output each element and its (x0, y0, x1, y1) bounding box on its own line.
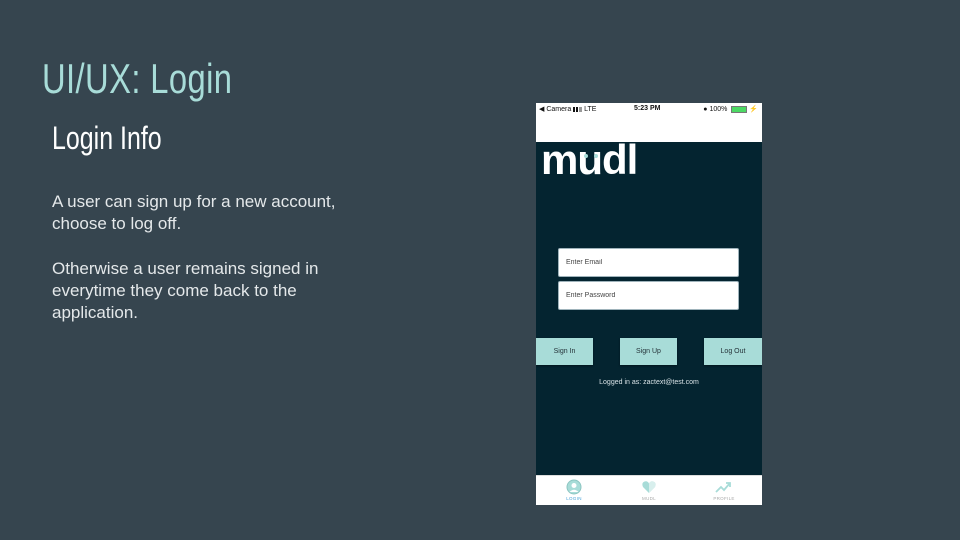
tab-login-label: LOGIN (566, 496, 582, 501)
logo-umlaut-dot (594, 154, 598, 158)
tab-profile-label: PROFILE (713, 496, 735, 501)
log-out-button[interactable]: Log Out (704, 338, 762, 365)
logged-in-status: Logged in as: zactext@test.com (599, 379, 699, 386)
mudl-logo: mudl (541, 136, 638, 183)
body-paragraph-signed-in: Otherwise a user remains signed in every… (52, 259, 319, 322)
phone-screenshot: ◀ Camera LTE 5:23 PM ● 100% ⚡ mudl Sign … (536, 103, 762, 505)
tab-login[interactable]: LOGIN (539, 477, 609, 505)
battery-icon (731, 105, 748, 113)
slide-title: UI/UX: Login (42, 55, 233, 102)
sign-in-button[interactable]: Sign In (536, 338, 593, 365)
tab-mudl-label: MUDL (642, 496, 656, 501)
tab-bar: LOGIN MUDL PROFILE (536, 475, 762, 505)
heart-icon (642, 481, 656, 493)
back-arrow-icon: ◀ (539, 106, 545, 113)
status-carrier: Camera (546, 106, 572, 113)
password-field[interactable] (558, 281, 739, 310)
body-paragraph-signup: A user can sign up for a new account, ch… (52, 192, 336, 233)
status-bar: ◀ Camera LTE 5:23 PM ● 100% ⚡ (536, 103, 762, 115)
status-network: LTE (584, 106, 597, 113)
tab-profile[interactable]: PROFILE (689, 477, 759, 505)
charging-icon: ⚡ (749, 106, 758, 113)
sign-up-button[interactable]: Sign Up (620, 338, 677, 365)
signal-icon (573, 106, 583, 112)
tab-mudl[interactable]: MUDL (614, 477, 684, 505)
status-time: 5:23 PM (634, 105, 661, 112)
slide-subtitle: Login Info (52, 120, 162, 156)
user-icon (566, 479, 582, 495)
status-left: ◀ Camera LTE (539, 105, 596, 113)
app-screen: mudl Sign In Sign Up Log Out Logged in a… (536, 136, 762, 475)
status-right: ● 100% ⚡ (703, 105, 758, 113)
trend-up-icon (715, 482, 731, 493)
alarm-icon: ● (703, 106, 708, 113)
email-field[interactable] (558, 248, 739, 277)
logo-umlaut-dot (584, 154, 588, 158)
status-battery: 100% (709, 106, 728, 113)
